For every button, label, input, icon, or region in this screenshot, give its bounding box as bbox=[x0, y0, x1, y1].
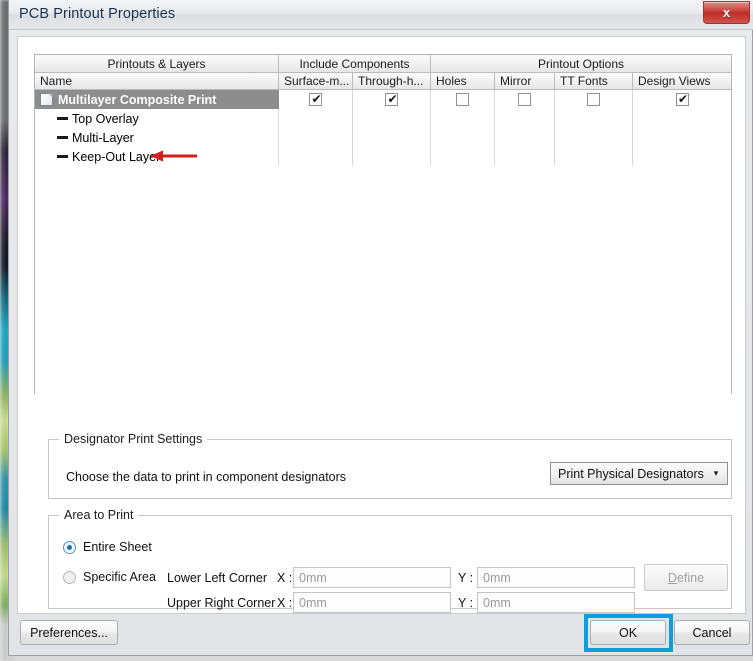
designator-select[interactable]: Print Physical Designators ▾ bbox=[550, 462, 728, 485]
column-header-mirror[interactable]: Mirror bbox=[495, 73, 555, 90]
dialog-client-area: Printouts & Layers Include Components Pr… bbox=[17, 36, 746, 614]
cell-surface-mount bbox=[279, 128, 353, 147]
row-name-cell[interactable]: Multi-Layer bbox=[35, 128, 279, 147]
upper-right-corner-label: Upper Right Corner bbox=[167, 596, 276, 610]
close-icon[interactable]: x bbox=[703, 1, 750, 24]
layer-dash-icon bbox=[57, 155, 68, 158]
checkbox-design-views[interactable] bbox=[675, 91, 690, 107]
radio-entire-sheet[interactable]: Entire Sheet bbox=[63, 540, 152, 554]
group-header-printout-options: Printout Options bbox=[431, 55, 731, 73]
cell-tt-fonts bbox=[555, 109, 633, 128]
column-header-holes[interactable]: Holes bbox=[431, 73, 495, 90]
document-icon bbox=[40, 93, 53, 106]
cell-mirror[interactable] bbox=[495, 90, 555, 109]
column-header-tt-fonts[interactable]: TT Fonts bbox=[555, 73, 633, 90]
cancel-button[interactable]: Cancel bbox=[674, 620, 750, 645]
chevron-down-icon: ▾ bbox=[713, 468, 719, 478]
cell-design-views bbox=[633, 128, 731, 147]
cell-surface-mount bbox=[279, 147, 353, 166]
checkbox-holes[interactable] bbox=[456, 93, 469, 106]
radio-specific-area-indicator[interactable] bbox=[63, 570, 76, 584]
checkbox-through-hole[interactable] bbox=[385, 91, 399, 107]
radio-specific-area[interactable]: Specific Area bbox=[63, 570, 156, 584]
cell-design-views[interactable] bbox=[633, 90, 731, 109]
checkbox-mirror[interactable] bbox=[518, 93, 531, 106]
cell-tt-fonts[interactable] bbox=[555, 90, 633, 109]
cell-mirror bbox=[495, 128, 555, 147]
row-label: Multi-Layer bbox=[72, 130, 134, 145]
title-bar: PCB Printout Properties x bbox=[9, 0, 753, 30]
layer-dash-icon bbox=[57, 117, 68, 120]
cell-through-hole bbox=[353, 109, 431, 128]
area-to-print-group: Area to Print Entire Sheet Specific Area… bbox=[48, 508, 732, 613]
cell-mirror bbox=[495, 147, 555, 166]
table-body: Multilayer Composite Print Top Overlay bbox=[35, 90, 731, 166]
cell-holes bbox=[431, 109, 495, 128]
define-button-label: efine bbox=[676, 570, 705, 585]
define-button-accel: D bbox=[667, 570, 677, 585]
define-button[interactable]: Define bbox=[644, 564, 728, 591]
column-header-surface-mount[interactable]: Surface-m... bbox=[279, 73, 353, 90]
designator-print-settings-group: Designator Print Settings Choose the dat… bbox=[48, 432, 732, 499]
table-empty-area bbox=[34, 211, 732, 394]
upper-right-y-input[interactable]: 0mm bbox=[477, 592, 635, 613]
column-header-through-hole[interactable]: Through-h... bbox=[353, 73, 431, 90]
lower-left-y-input[interactable]: 0mm bbox=[477, 567, 635, 588]
table-column-header-row: Name Surface-m... Through-h... Holes Mir… bbox=[35, 73, 731, 90]
cell-mirror bbox=[495, 109, 555, 128]
radio-entire-sheet-indicator[interactable] bbox=[63, 540, 76, 554]
cell-tt-fonts bbox=[555, 128, 633, 147]
row-name-cell[interactable]: Multilayer Composite Print bbox=[35, 90, 279, 109]
designator-select-value: Print Physical Designators bbox=[558, 466, 704, 481]
dialog-footer: Preferences... OK Cancel bbox=[9, 614, 753, 656]
cell-through-hole bbox=[353, 128, 431, 147]
preferences-button[interactable]: Preferences... bbox=[20, 620, 118, 645]
radio-entire-sheet-label: Entire Sheet bbox=[83, 540, 152, 554]
lower-left-y-label: Y : bbox=[458, 571, 474, 585]
table-row[interactable]: Top Overlay bbox=[35, 109, 731, 128]
upper-right-x-input[interactable]: 0mm bbox=[293, 592, 451, 613]
group-header-include-components: Include Components bbox=[279, 55, 431, 73]
layer-dash-icon bbox=[57, 136, 68, 139]
area-group-title: Area to Print bbox=[59, 508, 139, 522]
upper-right-y-label: Y : bbox=[458, 596, 474, 610]
table-row[interactable]: Multilayer Composite Print bbox=[35, 90, 731, 109]
cell-surface-mount bbox=[279, 109, 353, 128]
cell-holes bbox=[431, 128, 495, 147]
upper-right-x-label: X : bbox=[277, 596, 293, 610]
lower-left-corner-label: Lower Left Corner bbox=[167, 571, 268, 585]
table-group-header-row: Printouts & Layers Include Components Pr… bbox=[35, 55, 731, 73]
group-header-printouts-layers: Printouts & Layers bbox=[35, 55, 279, 73]
column-header-design-views[interactable]: Design Views bbox=[633, 73, 731, 90]
lower-left-x-input[interactable]: 0mm bbox=[293, 567, 451, 588]
pcb-printout-properties-dialog: PCB Printout Properties x Printouts & La… bbox=[8, 0, 753, 656]
designator-group-title: Designator Print Settings bbox=[59, 432, 208, 446]
ok-button[interactable]: OK bbox=[590, 620, 666, 645]
cell-surface-mount[interactable] bbox=[279, 90, 353, 109]
cell-tt-fonts bbox=[555, 147, 633, 166]
annotation-arrow-icon bbox=[150, 150, 197, 162]
radio-specific-area-label: Specific Area bbox=[83, 570, 156, 584]
lower-left-x-label: X : bbox=[277, 571, 293, 585]
window-title: PCB Printout Properties bbox=[19, 6, 176, 22]
checkbox-tt-fonts[interactable] bbox=[587, 93, 600, 106]
cell-through-hole[interactable] bbox=[353, 90, 431, 109]
cell-design-views bbox=[633, 147, 731, 166]
row-label: Multilayer Composite Print bbox=[58, 92, 217, 107]
row-label: Keep-Out Layer bbox=[72, 149, 161, 164]
row-name-cell[interactable]: Top Overlay bbox=[35, 109, 279, 128]
cell-holes bbox=[431, 147, 495, 166]
cell-through-hole bbox=[353, 147, 431, 166]
cell-holes[interactable] bbox=[431, 90, 495, 109]
row-label: Top Overlay bbox=[72, 111, 139, 126]
column-header-name[interactable]: Name bbox=[35, 73, 279, 90]
designator-description-label: Choose the data to print in component de… bbox=[66, 470, 347, 484]
table-row[interactable]: Multi-Layer bbox=[35, 128, 731, 147]
cell-design-views bbox=[633, 109, 731, 128]
table-row[interactable]: Keep-Out Layer bbox=[35, 147, 731, 166]
checkbox-surface-mount[interactable] bbox=[309, 91, 323, 107]
